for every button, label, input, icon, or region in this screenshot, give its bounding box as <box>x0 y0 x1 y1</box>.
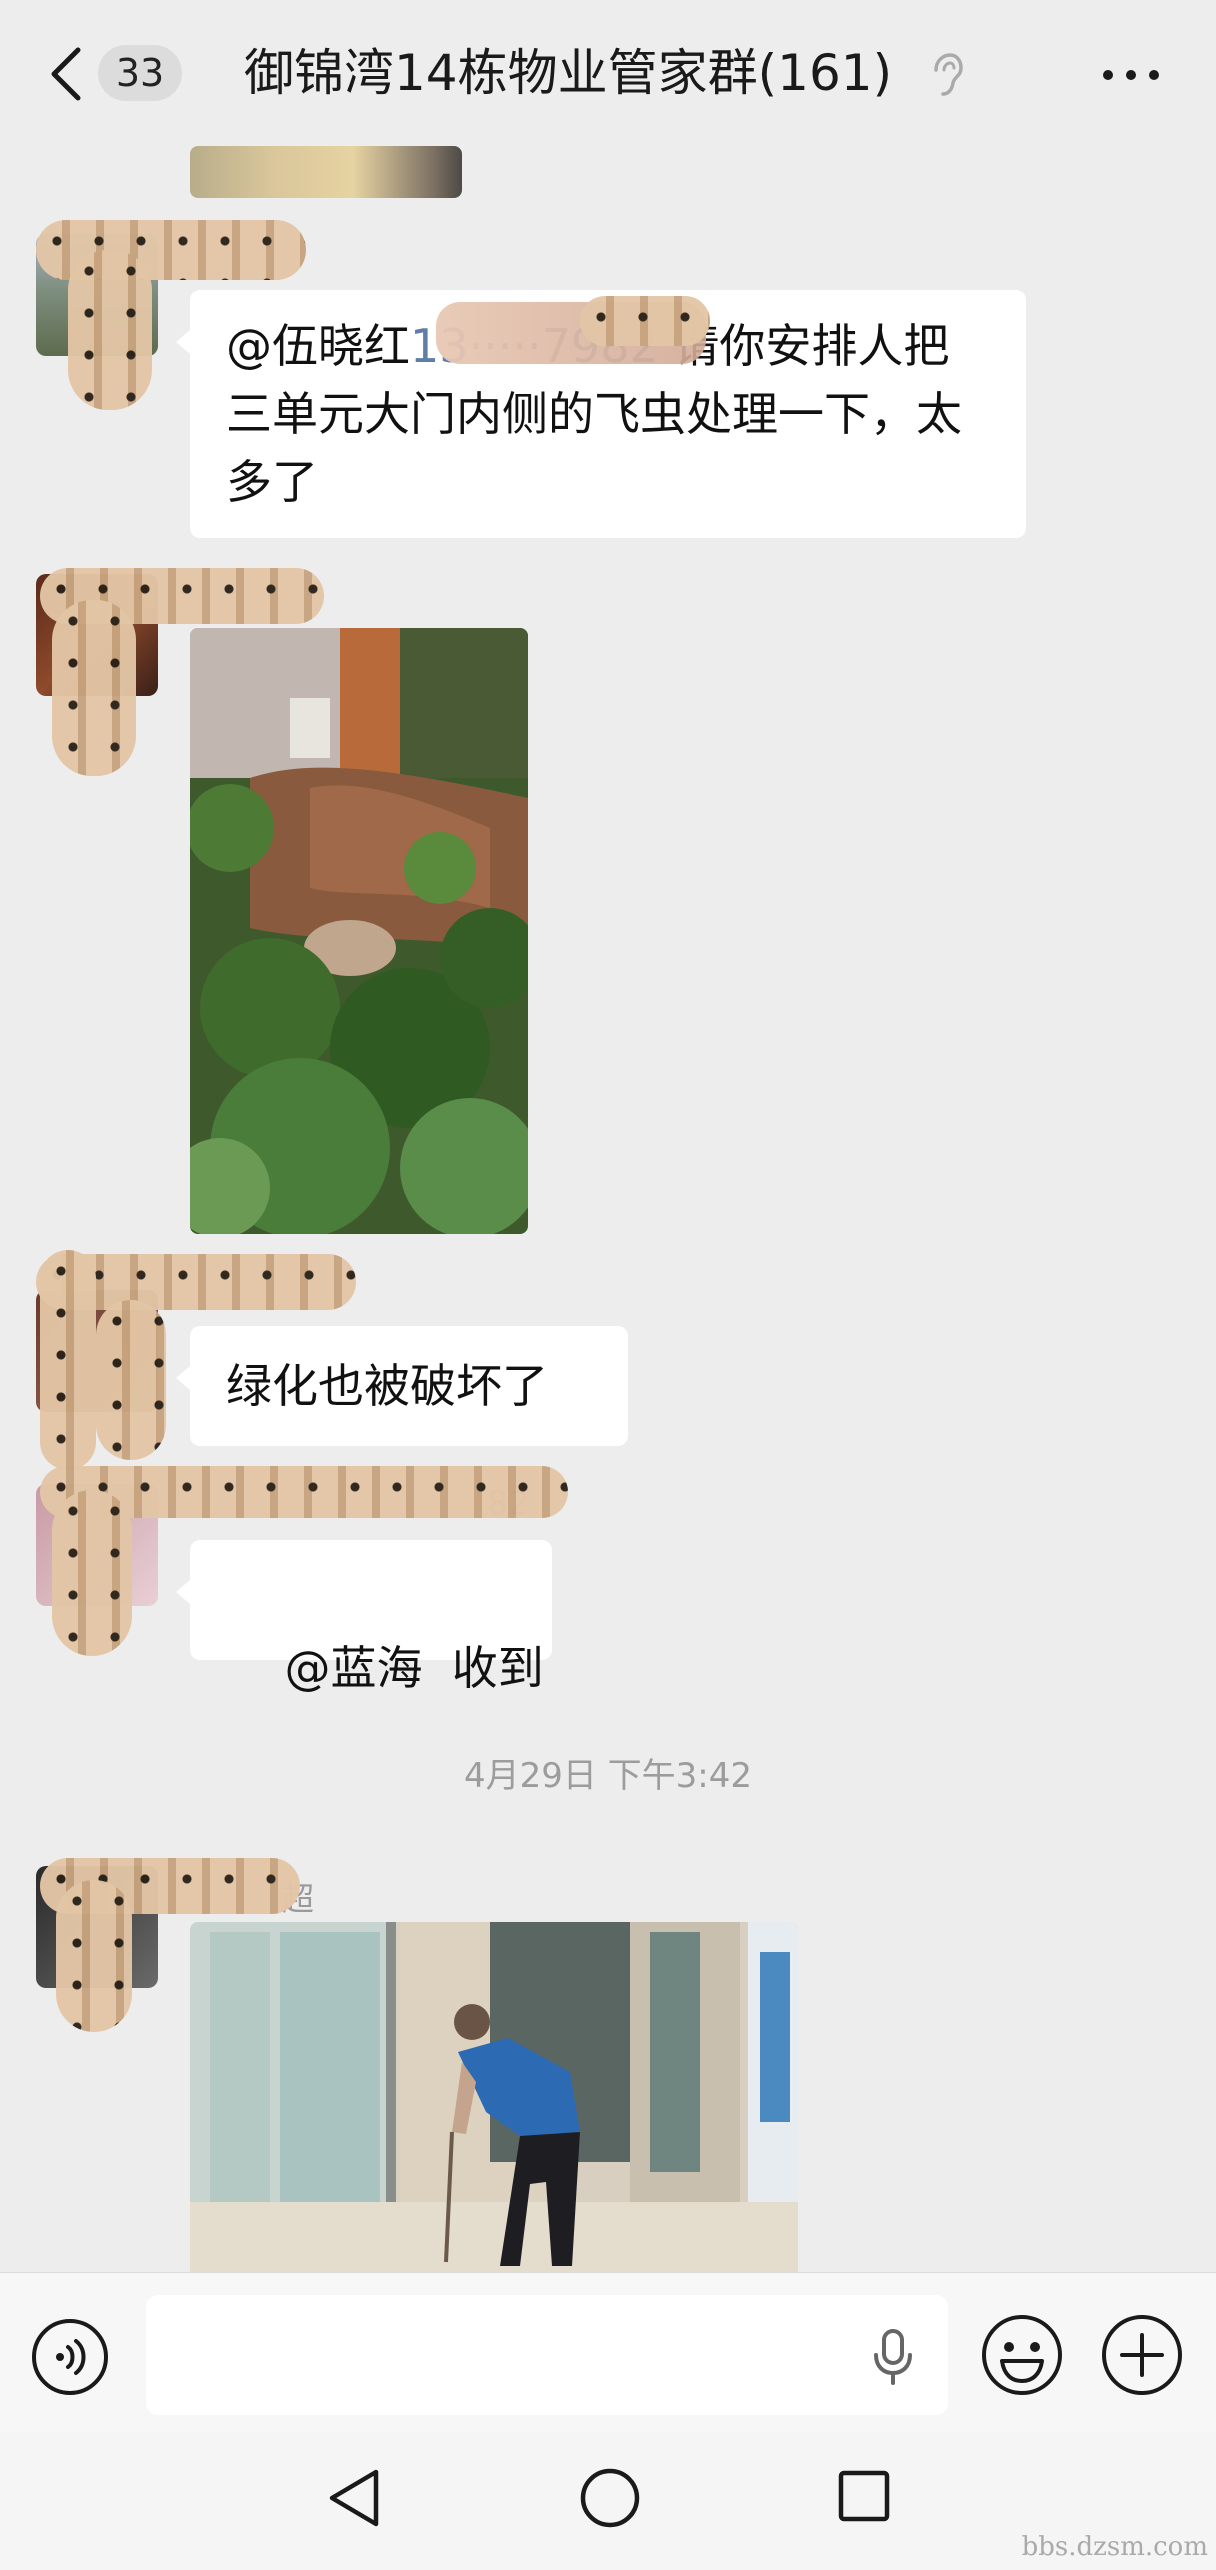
back-chevron-icon[interactable] <box>46 44 86 104</box>
privacy-mosaic <box>56 1880 132 2032</box>
unread-count-badge[interactable]: 33 <box>98 45 182 101</box>
partial-image-message[interactable] <box>190 146 462 198</box>
nav-home-icon[interactable] <box>578 2466 642 2530</box>
message-input-bar <box>0 2272 1216 2433</box>
privacy-mosaic <box>40 1250 96 1470</box>
image-message-cleaning[interactable] <box>190 1922 798 2272</box>
message-bubble[interactable]: 绿化也被破坏了 <box>176 1326 628 1446</box>
mic-icon[interactable] <box>870 2327 916 2387</box>
message-text: @蓝海 收到 <box>284 1641 544 1695</box>
message-input[interactable] <box>146 2295 948 2415</box>
mention-name[interactable]: @伍晓红 <box>226 319 410 373</box>
plus-icon[interactable] <box>1100 2313 1184 2397</box>
chat-header: 33 御锦湾14栋物业管家群(161) <box>0 0 1216 150</box>
nav-recent-icon[interactable] <box>836 2468 892 2524</box>
privacy-mosaic <box>52 1490 132 1656</box>
cleaning-photo <box>190 1922 798 2272</box>
privacy-mosaic <box>52 600 136 776</box>
ear-icon <box>934 53 963 96</box>
more-icon[interactable] <box>1100 60 1162 90</box>
privacy-mosaic <box>96 1300 166 1460</box>
voice-icon[interactable] <box>30 2317 110 2397</box>
garden-photo <box>190 628 528 1234</box>
privacy-mosaic <box>580 296 710 346</box>
watermark: bbs.dzsm.com <box>1021 2532 1208 2562</box>
chat-title[interactable]: 御锦湾14栋物业管家群(161) <box>244 38 904 108</box>
message-text: 绿化也被破坏了 <box>226 1359 548 1413</box>
message-bubble[interactable]: @蓝海 收到 <box>176 1540 552 1695</box>
nav-back-icon[interactable] <box>326 2466 384 2530</box>
chat-timestamp: 4月29日 下午3:42 <box>463 1756 753 1796</box>
image-message-garden[interactable] <box>190 628 528 1234</box>
emoji-icon[interactable] <box>980 2313 1064 2397</box>
privacy-mosaic <box>68 250 152 410</box>
